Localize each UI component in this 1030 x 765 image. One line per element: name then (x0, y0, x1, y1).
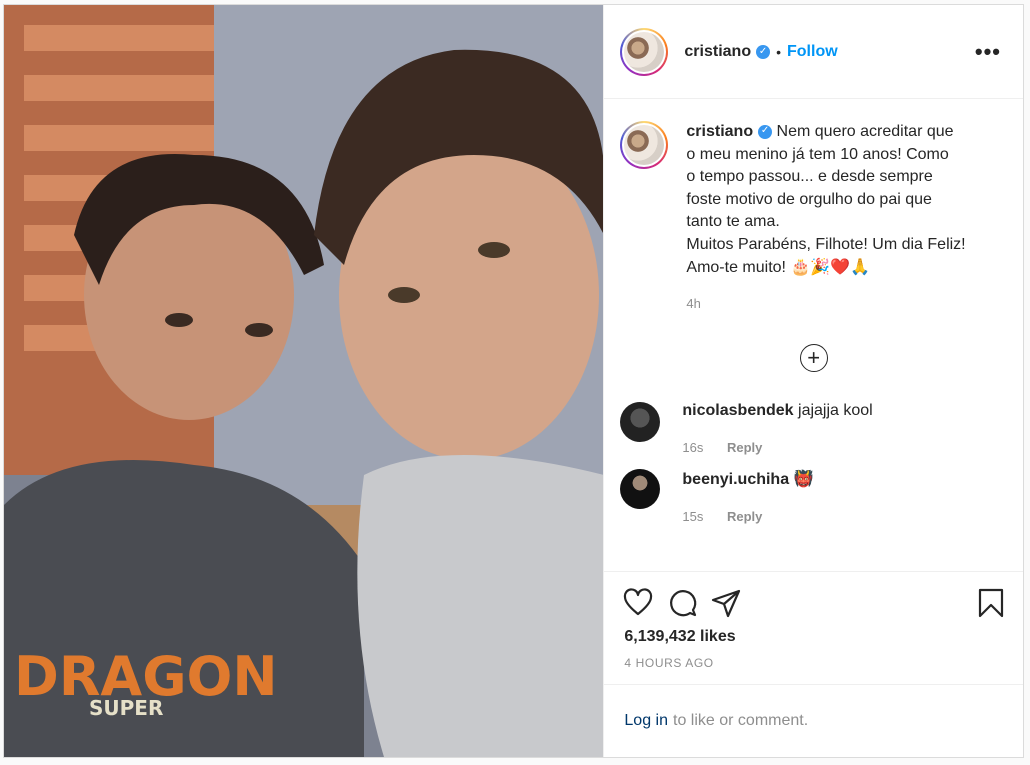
post-photo[interactable]: DRAGON SUPER (4, 5, 604, 757)
comment-text: jajajja kool (798, 401, 873, 419)
verified-badge-icon: ✓ (756, 44, 771, 59)
caption-timestamp[interactable]: 4h (686, 293, 996, 316)
comment-body: nicolasbendek jajajja kool 16s Reply (682, 402, 872, 455)
heart-icon[interactable] (622, 587, 654, 619)
caption-line: o tempo passou... e desde sempre (686, 168, 933, 186)
follow-button[interactable]: Follow (787, 43, 838, 61)
caption-body: cristiano ✓ Nem quero acreditar que o meu… (686, 121, 996, 316)
login-prompt-text: to like or comment. (673, 712, 809, 729)
caption-line: foste motivo de orgulho do pai que (686, 190, 932, 208)
more-options-icon[interactable]: ••• (975, 39, 1007, 65)
login-prompt: Log in to like or comment. (604, 685, 1023, 757)
comment-item: beenyi.uchiha 👹 15s Reply (620, 468, 1007, 524)
post-sidebar: cristiano ✓ • Follow ••• cristiano ✓ Nem … (603, 5, 1023, 757)
comment-meta: 15s Reply (682, 509, 813, 524)
plus-circle-icon[interactable]: + (799, 343, 828, 372)
posted-time[interactable]: 4 HOURS AGO (604, 646, 1023, 685)
comment-time: 15s (682, 508, 704, 524)
comment-meta: 16s Reply (682, 440, 872, 455)
comment-time: 16s (682, 439, 704, 455)
post-photo-illustration: DRAGON SUPER (4, 5, 604, 757)
comment-username[interactable]: beenyi.uchiha (682, 471, 789, 488)
load-more-comments[interactable]: + (620, 343, 1007, 372)
reply-button[interactable]: Reply (727, 509, 762, 524)
instagram-post: DRAGON SUPER cristiano ✓ • Follow ••• cr… (3, 4, 1024, 758)
author-username[interactable]: cristiano (684, 43, 751, 61)
author-avatar[interactable] (620, 27, 669, 76)
share-icon[interactable] (710, 587, 742, 619)
comments-section[interactable]: cristiano ✓ Nem quero acreditar que o meu… (604, 99, 1023, 572)
comment-body: beenyi.uchiha 👹 15s Reply (682, 469, 813, 524)
caption-line: o meu menino já tem 10 anos! Como (686, 145, 949, 163)
caption-line: Amo-te muito! 🎂🎉❤️🙏 (686, 258, 871, 276)
likes-count[interactable]: 6,139,432 likes (604, 618, 1023, 646)
comment-icon[interactable] (666, 587, 698, 619)
comment-text: 👹 (793, 470, 814, 488)
caption-author-avatar[interactable] (620, 121, 669, 169)
post-header: cristiano ✓ • Follow ••• (604, 5, 1023, 99)
comment-item: nicolasbendek jajajja kool 16s Reply (620, 401, 1007, 455)
caption-line: Nem quero acreditar que (776, 123, 954, 140)
login-link[interactable]: Log in (624, 712, 668, 730)
caption-line: Muitos Parabéns, Filhote! Um dia Feliz! (686, 235, 966, 253)
caption-username[interactable]: cristiano (686, 123, 753, 140)
comment-username[interactable]: nicolasbendek (682, 402, 793, 419)
commenter-avatar[interactable] (620, 401, 661, 442)
reply-button[interactable]: Reply (727, 440, 762, 455)
action-bar (604, 572, 1023, 618)
caption: cristiano ✓ Nem quero acreditar que o meu… (620, 121, 1007, 316)
bookmark-icon[interactable] (975, 587, 1007, 619)
svg-text:SUPER: SUPER (89, 696, 163, 720)
caption-line: tanto te ama. (686, 213, 780, 231)
separator-dot: • (776, 43, 781, 60)
verified-badge-icon: ✓ (758, 124, 773, 139)
commenter-avatar[interactable] (620, 468, 661, 509)
